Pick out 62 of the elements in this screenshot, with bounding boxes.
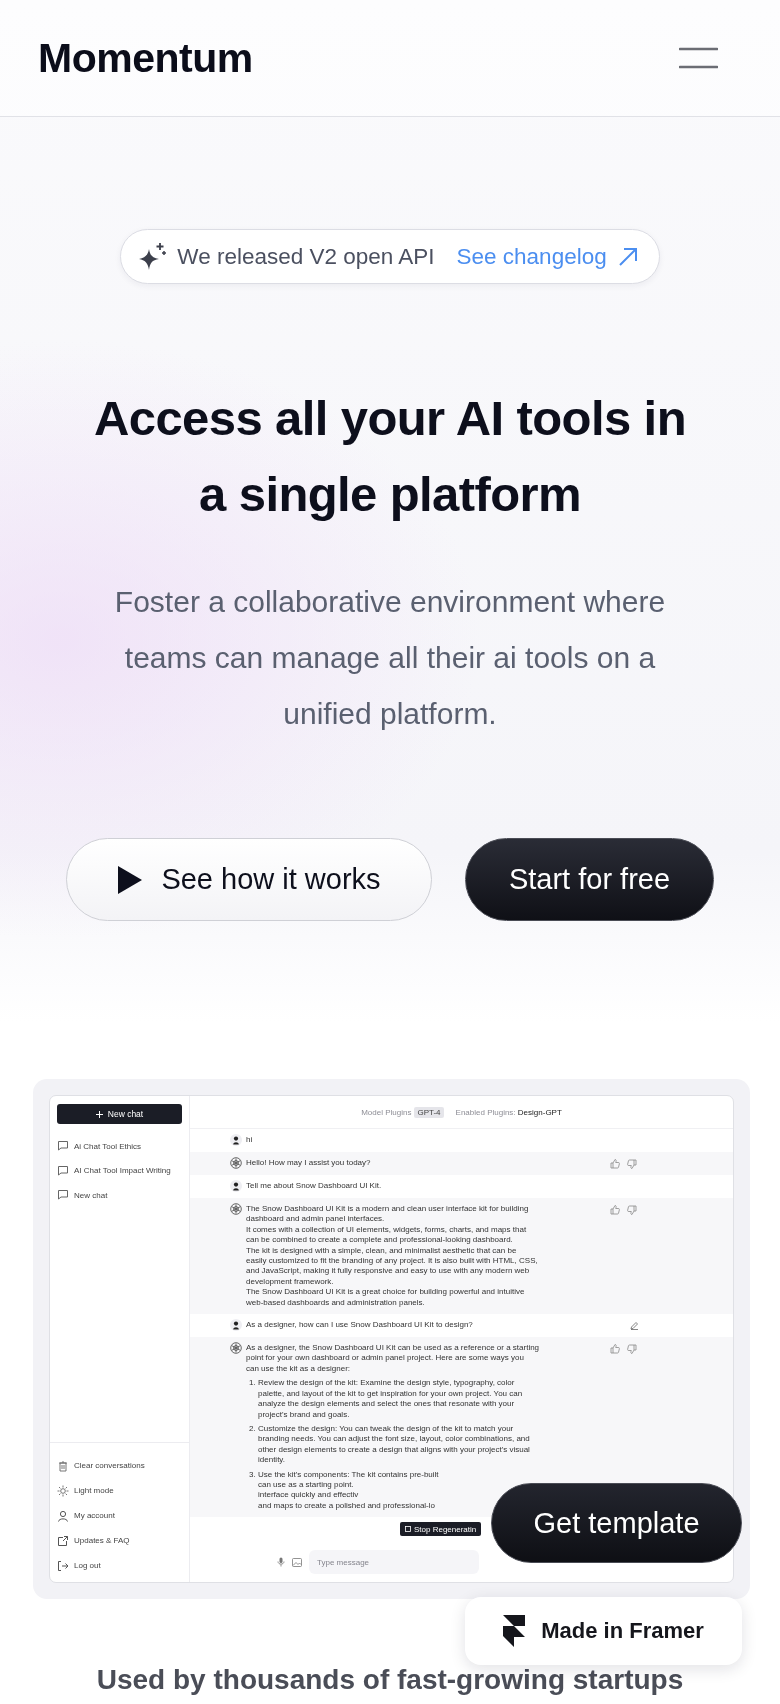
start-button[interactable]: Start for free — [465, 838, 714, 921]
model-label: Model Plugins — [361, 1107, 412, 1117]
list-number: 3. — [249, 1469, 257, 1481]
list-number: 2. — [249, 1423, 257, 1435]
conversation-item[interactable]: New chat — [50, 1183, 189, 1208]
message-text: hi — [246, 1135, 253, 1146]
sidebar-menu-item[interactable]: Light mode — [50, 1478, 189, 1503]
microphone-icon[interactable] — [277, 1557, 285, 1567]
stop-generating-button[interactable]: Stop Regeneratin — [400, 1522, 482, 1537]
list-item-text: Use the kit's components: The kit contains pre-built can use as a starting point. interface quickly and effectiv and maps to create a polished and professional-lo — [258, 1469, 439, 1512]
message-text: The Snow Dashboard UI Kit is a modern and clean user interface kit for building dashboard and admin panel interfaces. It comes with a collection of UI elements, widgets, forms, charts, and maps that can be combined to create a complete and professional-looking dashboard. The kit is designed with a simple, clean, and minimalist aesthetic that can be easily customized to fit the branding of any project. It is also built with HTML, CSS, and JavaScript, making it fully responsive and easy to use with any modern web development framework. The Snow Dashboard UI Kit is a great choice for building powerful and intuitive web-based dashboards and administration panels. — [246, 1204, 538, 1309]
announcement-text: We released V2 open API — [177, 243, 435, 270]
demo-button[interactable]: See how it works — [66, 838, 432, 921]
list-item-text: Customize the design: You can tweak the design of the kit to match your branding needs. You can adjust the font size, layout, color combinations, and other design elements to create a design that aligns with your project's visual identity. — [258, 1423, 530, 1466]
chat-bubble-icon — [57, 1140, 69, 1153]
section-heading: Used by thousands of fast-growing startups — [95, 1665, 685, 1695]
thumbs-up-icon[interactable] — [610, 1158, 620, 1169]
new-chat-button[interactable]: New chat — [57, 1104, 182, 1124]
list-item-text: Review the design of the kit: Examine the design style, typography, color palette, and layout of the kit to get inspiration for your own project. You can analyze the design elements and select the ones that resonate with your project's brand and goals. — [258, 1378, 523, 1420]
bot-avatar-icon — [230, 1157, 242, 1169]
message-text: As a designer, how can I use Snow Dashboard UI Kit to design? — [246, 1320, 473, 1331]
plugins-label: Enabled Plugins: Design-GPT — [455, 1107, 562, 1117]
person-icon — [57, 1509, 69, 1522]
trash-icon — [57, 1459, 69, 1472]
bot-avatar-icon — [230, 1342, 242, 1355]
play-icon — [117, 864, 144, 895]
plus-icon — [95, 1110, 103, 1118]
chat-bubble-icon — [57, 1189, 69, 1202]
message-text: As a designer, the Snow Dashboard UI Kit can be used as a reference or a starting point for your own dashboard or admin panel project. Here are some ways you can use the kit as a designer: — [246, 1343, 540, 1375]
hero-subtitle: Foster a collaborative environment where teams can manage all their ai tools on a unified platform. — [113, 584, 667, 732]
user-avatar-icon — [230, 1134, 242, 1146]
thumbs-up-icon[interactable] — [610, 1343, 620, 1355]
chat-bubble-icon — [57, 1164, 69, 1177]
made-in-framer-badge[interactable]: Made in Framer — [465, 1597, 742, 1665]
edit-icon[interactable] — [630, 1321, 639, 1331]
sidebar-menu-item[interactable]: Updates & FAQ — [50, 1528, 189, 1553]
message-text: Tell me about Snow Dashboard UI Kit. — [246, 1181, 382, 1192]
message-field[interactable]: Type message — [309, 1550, 479, 1574]
sidebar-menu-item[interactable]: My account — [50, 1503, 189, 1528]
thumbs-up-icon[interactable] — [610, 1204, 620, 1215]
get-template-button[interactable]: Get template — [491, 1483, 742, 1563]
external-link-icon — [57, 1534, 69, 1547]
thumbs-down-icon[interactable] — [627, 1343, 637, 1355]
thumbs-down-icon[interactable] — [627, 1204, 637, 1215]
sun-icon — [57, 1484, 69, 1497]
conversation-item[interactable]: Ai Chat Tool Ethics — [50, 1134, 189, 1159]
thumbs-down-icon[interactable] — [627, 1158, 637, 1169]
user-avatar-icon — [230, 1180, 242, 1192]
logout-icon — [57, 1559, 69, 1572]
user-avatar-icon — [230, 1319, 242, 1332]
sidebar-menu-item[interactable]: Log out — [50, 1553, 189, 1578]
conversation-item[interactable]: AI Chat Tool Impact Writing — [50, 1158, 189, 1183]
message-text: Hello! How may I assist you today? — [246, 1158, 371, 1169]
menu-icon[interactable] — [679, 46, 718, 70]
bot-avatar-icon — [230, 1203, 242, 1215]
framer-logo-icon — [503, 1615, 526, 1647]
image-icon[interactable] — [292, 1557, 302, 1567]
model-chip[interactable]: GPT-4 — [414, 1106, 444, 1118]
logo[interactable]: Momentum — [38, 34, 253, 82]
hero-title: Access all your AI tools in a single platform — [93, 390, 687, 523]
list-number: 1. — [249, 1378, 257, 1390]
sidebar-menu-item[interactable]: Clear conversations — [50, 1453, 189, 1478]
